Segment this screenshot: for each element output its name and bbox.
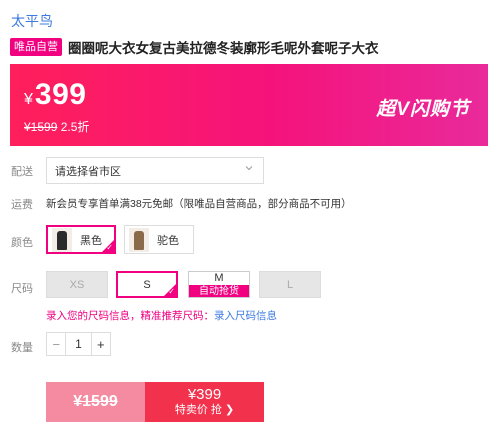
quantity-stepper: − 1 + bbox=[46, 332, 111, 356]
quantity-input[interactable]: 1 bbox=[65, 333, 92, 355]
region-select[interactable]: 请选择省市区 bbox=[46, 157, 264, 184]
black-coat-thumbnail bbox=[52, 227, 72, 252]
sale-price: ¥399 bbox=[187, 386, 222, 403]
check-icon: ✓ bbox=[106, 243, 113, 252]
size-label: 尺码 bbox=[11, 283, 33, 295]
current-price: ¥ 399 bbox=[24, 78, 86, 112]
self-operated-tag: 唯品自营 bbox=[10, 38, 62, 56]
original-price-row: ¥1599 2.5折 bbox=[24, 118, 89, 135]
size-option-s[interactable]: S ✓ bbox=[116, 271, 178, 298]
color-option-label: 驼色 bbox=[157, 234, 179, 247]
check-icon: ✓ bbox=[168, 287, 175, 296]
color-option-label: 黑色 bbox=[80, 234, 102, 247]
color-option-black[interactable]: 黑色 ✓ bbox=[46, 225, 116, 254]
size-option-label: M bbox=[214, 272, 224, 284]
chevron-down-icon bbox=[245, 166, 253, 171]
auto-grab-badge: 自动抢货 bbox=[189, 285, 249, 297]
original-price-button[interactable]: ¥1599 bbox=[46, 382, 145, 422]
quantity-decrease-button[interactable]: − bbox=[47, 333, 65, 355]
size-hint-text: 录入您的尺码信息，精准推荐尺码： bbox=[46, 310, 214, 322]
color-option-camel[interactable]: 驼色 bbox=[124, 225, 194, 254]
size-option-label: S bbox=[143, 278, 151, 291]
color-label: 颜色 bbox=[11, 237, 33, 249]
price-banner: ¥ 399 ¥1599 2.5折 超V闪购节 bbox=[10, 64, 488, 146]
flash-sale-label: 超V闪购节 bbox=[376, 99, 470, 120]
original-price: ¥1599 bbox=[24, 120, 58, 134]
buy-now-button[interactable]: ¥399 特卖价 抢 ❯ bbox=[145, 382, 264, 422]
enter-size-link[interactable]: 录入尺码信息 bbox=[214, 310, 277, 322]
product-title-row: 唯品自营 圈圈呢大衣女复古美拉德冬装廓形毛呢外套呢子大衣 bbox=[10, 37, 379, 57]
quantity-label: 数量 bbox=[11, 342, 33, 354]
shipping-fee-text: 新会员专享首单满38元免邮（限唯品自营商品，部分商品不可用） bbox=[46, 198, 352, 210]
camel-coat-thumbnail bbox=[129, 227, 149, 252]
size-option-l[interactable]: L bbox=[259, 271, 321, 298]
size-option-m[interactable]: M 自动抢货 bbox=[188, 271, 250, 298]
currency-symbol: ¥ bbox=[24, 91, 33, 108]
shipping-fee-label: 运费 bbox=[11, 199, 33, 211]
current-price-value: 399 bbox=[34, 78, 87, 111]
delivery-label: 配送 bbox=[11, 166, 33, 178]
buy-now-label: 特卖价 抢 ❯ bbox=[174, 404, 235, 416]
brand-name[interactable]: 太平鸟 bbox=[11, 11, 53, 31]
size-option-xs[interactable]: XS bbox=[46, 271, 108, 298]
buy-bar: ¥1599 ¥399 特卖价 抢 ❯ bbox=[46, 382, 264, 422]
quantity-increase-button[interactable]: + bbox=[92, 333, 110, 355]
discount-rate: 2.5折 bbox=[60, 120, 90, 134]
size-hint: 录入您的尺码信息，精准推荐尺码：录入尺码信息 bbox=[46, 308, 277, 323]
product-title: 圈圈呢大衣女复古美拉德冬装廓形毛呢外套呢子大衣 bbox=[68, 41, 379, 56]
region-select-placeholder: 请选择省市区 bbox=[55, 165, 121, 178]
